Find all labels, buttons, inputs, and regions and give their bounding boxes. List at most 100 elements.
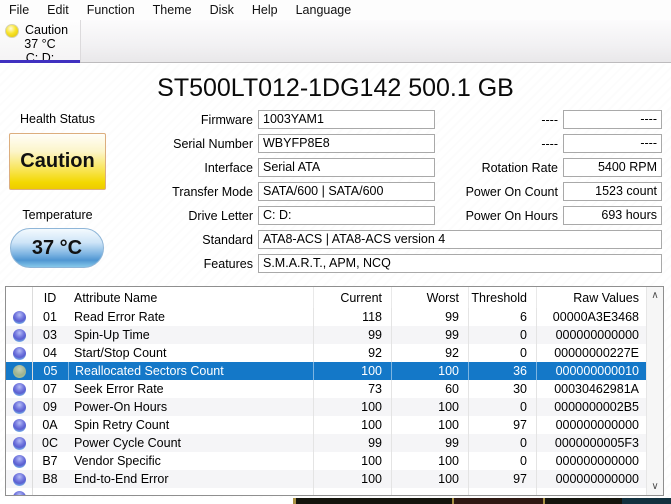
cell-threshold: 0: [468, 344, 536, 362]
caution-status-icon: [5, 24, 19, 38]
table-row[interactable]: 0ASpin Retry Count10010097000000000000: [6, 416, 646, 434]
cell-status: [6, 470, 32, 488]
cell-worst: 100: [391, 416, 468, 434]
cell-id: [32, 488, 68, 496]
cell-current: 73: [313, 380, 391, 398]
cell-threshold: 6: [468, 308, 536, 326]
table-row[interactable]: B8End-to-End Error10010097000000000000: [6, 470, 646, 488]
field-value: 1523 count: [563, 182, 662, 201]
drive-tab-strip: Caution 37 °C C: D:: [0, 20, 671, 63]
status-orb-good-icon: [13, 347, 26, 360]
menu-bar: FileEditFunctionThemeDiskHelpLanguage: [0, 0, 671, 20]
menu-item-help[interactable]: Help: [243, 3, 287, 17]
cell-current: 100: [313, 416, 391, 434]
health-status-label: Health Status: [9, 112, 106, 126]
cell-threshold: 97: [468, 470, 536, 488]
temperature-badge[interactable]: 37 °C: [10, 228, 104, 268]
field-value: SATA/600 | SATA/600: [258, 182, 435, 201]
cell-name: Read Error Rate: [68, 308, 313, 326]
cell-id: 05: [32, 362, 68, 380]
table-row[interactable]: 03Spin-Up Time99990000000000000: [6, 326, 646, 344]
status-orb-good-icon: [13, 401, 26, 414]
field-value: 5400 RPM: [563, 158, 662, 177]
field-label: Serial Number: [130, 137, 258, 151]
cell-name: Seek Error Rate: [68, 380, 313, 398]
cell-id: 04: [32, 344, 68, 362]
info-row: Drive LetterC: D:: [130, 206, 435, 225]
cell-current: 99: [313, 326, 391, 344]
header-current: Current: [313, 287, 391, 308]
cell-name: Spin-Up Time: [68, 326, 313, 344]
table-row[interactable]: 01Read Error Rate11899600000A3E3468: [6, 308, 646, 326]
health-status-badge[interactable]: Caution: [9, 133, 106, 190]
cell-threshold: 97: [468, 416, 536, 434]
cell-status: [6, 416, 32, 434]
info-row: Transfer ModeSATA/600 | SATA/600: [130, 182, 435, 201]
drive-tab[interactable]: Caution 37 °C C: D:: [0, 20, 81, 62]
field-value: ----: [563, 134, 662, 153]
field-label: ----: [440, 113, 563, 127]
menu-item-function[interactable]: Function: [78, 3, 144, 17]
menu-item-edit[interactable]: Edit: [38, 3, 78, 17]
cell-raw: 0000000002B5: [536, 398, 646, 416]
chevron-down-icon[interactable]: ∨: [647, 478, 663, 495]
cell-status: [6, 452, 32, 470]
info-row: Firmware1003YAM1: [130, 110, 435, 129]
info-wide: StandardATA8-ACS | ATA8-ACS version 4Fea…: [130, 230, 662, 278]
cell-threshold: 36: [468, 362, 536, 380]
menu-item-disk[interactable]: Disk: [201, 3, 243, 17]
table-row[interactable]: 05Reallocated Sectors Count1001003600000…: [6, 362, 646, 380]
cell-name: Power Cycle Count: [68, 434, 313, 452]
cell-worst: 99: [391, 308, 468, 326]
menu-item-language[interactable]: Language: [287, 3, 361, 17]
drive-tab-temperature: 37 °C: [0, 37, 80, 51]
chevron-up-icon[interactable]: ∧: [647, 287, 663, 304]
info-row: --------: [440, 110, 662, 129]
field-label: ----: [440, 137, 563, 151]
header-status: [6, 287, 32, 308]
menu-item-file[interactable]: File: [0, 3, 38, 17]
table-row[interactable]: 04Start/Stop Count9292000000000227E: [6, 344, 646, 362]
cell-threshold: 30: [468, 380, 536, 398]
table-row[interactable]: B7Vendor Specific1001000000000000000: [6, 452, 646, 470]
cell-raw: 00000A3E3468: [536, 308, 646, 326]
cell-name: [68, 488, 313, 496]
cell-raw: 0000000005F3: [536, 434, 646, 452]
cell-worst: 92: [391, 344, 468, 362]
menu-item-theme[interactable]: Theme: [144, 3, 201, 17]
status-orb-good-icon: [13, 329, 26, 342]
cell-name: Power-On Hours: [68, 398, 313, 416]
info-row: --------: [440, 134, 662, 153]
field-value: Serial ATA: [258, 158, 435, 177]
cell-current: 100: [313, 362, 391, 380]
cell-name: Spin Retry Count: [68, 416, 313, 434]
drive-tab-status: Caution: [25, 23, 68, 37]
status-orb-good-icon: [13, 419, 26, 432]
table-row[interactable]: 0CPower Cycle Count999900000000005F3: [6, 434, 646, 452]
table-row[interactable]: 07Seek Error Rate73603000030462981A: [6, 380, 646, 398]
info-right: ----------------Rotation Rate5400 RPMPow…: [440, 110, 662, 230]
cell-raw: 000000000000: [536, 452, 646, 470]
background-window-edge: [0, 498, 671, 504]
table-row[interactable]: 09Power-On Hours10010000000000002B5: [6, 398, 646, 416]
info-row: Power On Count1523 count: [440, 182, 662, 201]
cell-worst: [391, 488, 468, 496]
cell-worst: 60: [391, 380, 468, 398]
header-raw-values: Raw Values: [536, 287, 646, 308]
smart-table: ID Attribute Name Current Worst Threshol…: [5, 286, 664, 496]
info-row: Power On Hours693 hours: [440, 206, 662, 225]
table-scrollbar[interactable]: ∧ ∨: [646, 287, 663, 495]
crystaldiskinfo-window: FileEditFunctionThemeDiskHelpLanguage Ca…: [0, 0, 671, 504]
cell-raw: 000000000000: [536, 416, 646, 434]
cell-current: 92: [313, 344, 391, 362]
orb-column-divider: [32, 287, 33, 495]
cell-name: End-to-End Error: [68, 470, 313, 488]
temperature-label: Temperature: [9, 208, 106, 222]
header-worst: Worst: [391, 287, 468, 308]
smart-table-body: 01Read Error Rate11899600000A3E346803Spi…: [6, 308, 663, 496]
cell-status: [6, 488, 32, 496]
table-row[interactable]: [6, 488, 646, 496]
cell-id: 07: [32, 380, 68, 398]
info-row: Serial NumberWBYFP8E8: [130, 134, 435, 153]
cell-id: 03: [32, 326, 68, 344]
